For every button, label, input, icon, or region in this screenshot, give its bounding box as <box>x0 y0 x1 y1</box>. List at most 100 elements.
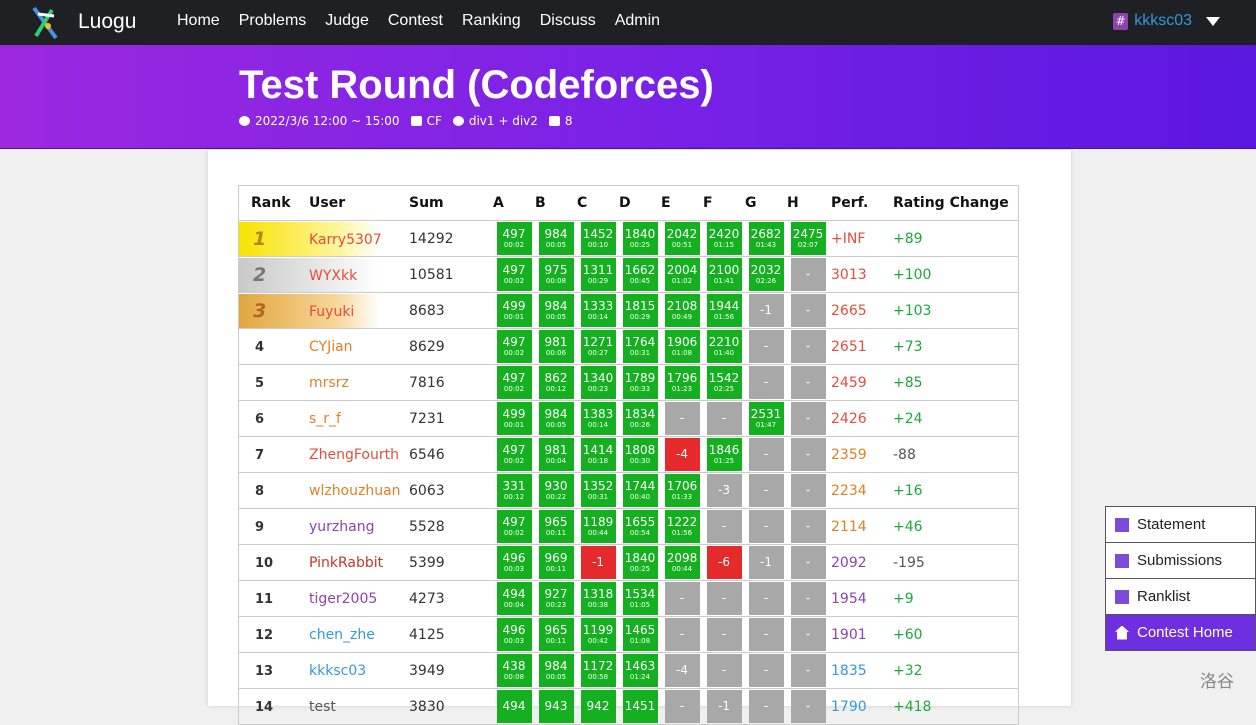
score-box[interactable]: -4 <box>664 654 700 687</box>
user-link[interactable]: kkksc03 <box>309 663 366 679</box>
score-box[interactable]: - <box>664 690 700 723</box>
score-box[interactable]: 1463 01:24 <box>622 654 658 687</box>
score-box[interactable]: 975 00:08 <box>538 258 574 291</box>
score-box[interactable]: -1 <box>706 690 742 723</box>
score-box[interactable]: 969 00:11 <box>538 546 574 579</box>
score-box[interactable]: - <box>748 366 784 399</box>
score-box[interactable]: 1815 00:29 <box>622 294 658 327</box>
score-box[interactable]: 2108 00:49 <box>664 294 700 327</box>
score-box[interactable]: 965 00:11 <box>538 618 574 651</box>
score-box[interactable]: - <box>664 582 700 615</box>
score-box[interactable]: 1189 00:44 <box>580 510 616 543</box>
score-box[interactable]: 331 00:12 <box>496 474 532 507</box>
score-box[interactable]: 2682 01:43 <box>748 222 784 255</box>
user-link[interactable]: CYJian <box>309 339 353 355</box>
score-box[interactable]: 1944 01:56 <box>706 294 742 327</box>
score-box[interactable]: 1655 00:54 <box>622 510 658 543</box>
nav-discuss[interactable]: Discuss <box>540 12 596 30</box>
score-box[interactable]: 497 00:02 <box>496 258 532 291</box>
score-box[interactable]: - <box>790 474 826 507</box>
nav-contest[interactable]: Contest <box>388 12 443 30</box>
score-box[interactable]: 2098 00:44 <box>664 546 700 579</box>
score-box[interactable]: 2042 00:51 <box>664 222 700 255</box>
score-box[interactable]: - <box>790 330 826 363</box>
score-box[interactable]: 496 00:03 <box>496 546 532 579</box>
statement-button[interactable]: Statement <box>1105 506 1256 542</box>
user-link[interactable]: Karry5307 <box>309 232 382 248</box>
score-box[interactable]: 2210 01:40 <box>706 330 742 363</box>
score-box[interactable]: - <box>748 510 784 543</box>
score-box[interactable]: - <box>664 618 700 651</box>
score-box[interactable]: 1796 01:23 <box>664 366 700 399</box>
score-box[interactable]: 1199 00:42 <box>580 618 616 651</box>
score-box[interactable]: 1906 01:08 <box>664 330 700 363</box>
submissions-button[interactable]: Submissions <box>1105 542 1256 578</box>
score-box[interactable]: 2475 02:07 <box>790 222 826 255</box>
score-box[interactable]: - <box>706 510 742 543</box>
score-box[interactable]: - <box>706 402 742 435</box>
nav-ranking[interactable]: Ranking <box>462 12 521 30</box>
score-box[interactable]: 2420 01:15 <box>706 222 742 255</box>
score-box[interactable]: 984 00:05 <box>538 654 574 687</box>
user-link[interactable]: test <box>309 699 336 715</box>
score-box[interactable]: 1383 00:14 <box>580 402 616 435</box>
user-link[interactable]: Fuyuki <box>309 304 354 320</box>
score-box[interactable]: 1311 00:29 <box>580 258 616 291</box>
score-box[interactable]: - <box>790 402 826 435</box>
user-link[interactable]: yurzhang <box>309 519 374 535</box>
score-box[interactable]: 2531 01:47 <box>748 402 784 435</box>
score-box[interactable]: 1271 00:27 <box>580 330 616 363</box>
score-box[interactable]: -1 <box>580 546 616 579</box>
score-box[interactable]: 494 <box>496 690 532 723</box>
score-box[interactable]: - <box>706 582 742 615</box>
score-box[interactable]: - <box>748 330 784 363</box>
contest-home-button[interactable]: Contest Home <box>1105 614 1256 651</box>
score-box[interactable]: - <box>790 690 826 723</box>
score-box[interactable]: 1840 00:25 <box>622 546 658 579</box>
score-box[interactable]: - <box>790 438 826 471</box>
score-box[interactable]: - <box>748 438 784 471</box>
score-box[interactable]: 1352 00:31 <box>580 474 616 507</box>
score-box[interactable]: 499 00:01 <box>496 294 532 327</box>
score-box[interactable]: 497 00:02 <box>496 330 532 363</box>
score-box[interactable]: - <box>790 510 826 543</box>
score-box[interactable]: 497 00:02 <box>496 366 532 399</box>
score-box[interactable]: 1706 01:33 <box>664 474 700 507</box>
score-box[interactable]: 981 00:06 <box>538 330 574 363</box>
user-link[interactable]: tiger2005 <box>309 591 377 607</box>
score-box[interactable]: -6 <box>706 546 742 579</box>
score-box[interactable]: 1414 00:18 <box>580 438 616 471</box>
score-box[interactable]: - <box>790 294 826 327</box>
score-box[interactable]: - <box>664 402 700 435</box>
score-box[interactable]: 1744 00:40 <box>622 474 658 507</box>
user-link[interactable]: chen_zhe <box>309 627 375 643</box>
score-box[interactable]: - <box>748 654 784 687</box>
score-box[interactable]: 494 00:04 <box>496 582 532 615</box>
user-link[interactable]: wlzhouzhuan <box>309 483 401 499</box>
luogu-logo-icon[interactable] <box>28 4 62 42</box>
ranklist-button[interactable]: Ranklist <box>1105 578 1256 614</box>
score-box[interactable]: - <box>790 582 826 615</box>
score-box[interactable]: 496 00:03 <box>496 618 532 651</box>
user-link[interactable]: s_r_f <box>309 411 341 427</box>
user-link[interactable]: ZhengFourth <box>309 447 399 463</box>
score-box[interactable]: 984 00:05 <box>538 222 574 255</box>
score-box[interactable]: 1465 01:08 <box>622 618 658 651</box>
score-box[interactable]: 1662 00:45 <box>622 258 658 291</box>
score-box[interactable]: 1318 00:38 <box>580 582 616 615</box>
score-box[interactable]: 943 <box>538 690 574 723</box>
score-box[interactable]: -3 <box>706 474 742 507</box>
score-box[interactable]: - <box>790 618 826 651</box>
score-box[interactable]: 942 <box>580 690 616 723</box>
score-box[interactable]: - <box>790 546 826 579</box>
score-box[interactable]: 497 00:02 <box>496 438 532 471</box>
score-box[interactable]: 2032 02:26 <box>748 258 784 291</box>
score-box[interactable]: 1172 00:58 <box>580 654 616 687</box>
score-box[interactable]: 984 00:05 <box>538 402 574 435</box>
caret-down-icon[interactable] <box>1206 16 1220 26</box>
score-box[interactable]: - <box>790 654 826 687</box>
score-box[interactable]: -1 <box>748 546 784 579</box>
user-link[interactable]: PinkRabbit <box>309 555 383 571</box>
score-box[interactable]: 1789 00:33 <box>622 366 658 399</box>
score-box[interactable]: 1846 01:25 <box>706 438 742 471</box>
